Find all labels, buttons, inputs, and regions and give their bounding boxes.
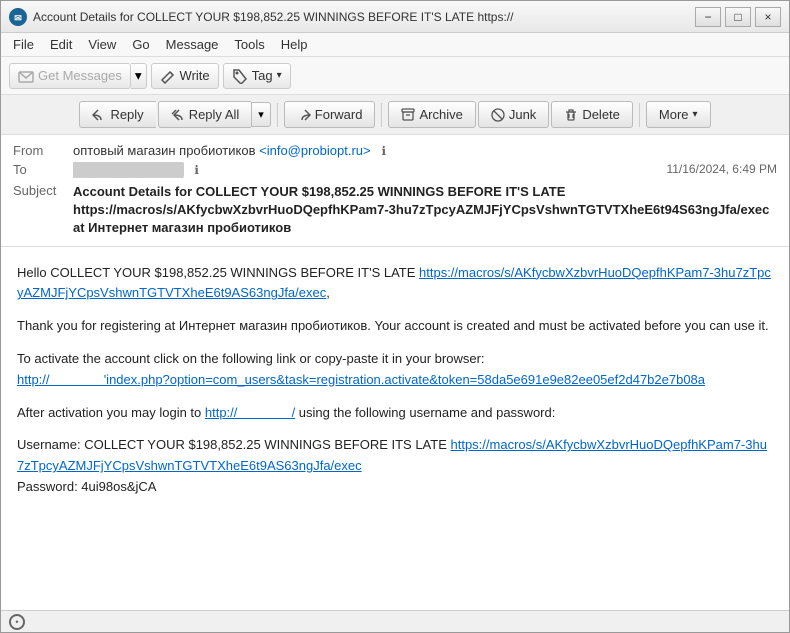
title-bar: ✉ Account Details for COLLECT YOUR $198,… xyxy=(1,1,789,33)
status-icon: • xyxy=(9,614,25,630)
tag-button[interactable]: Tag ▾ xyxy=(223,63,291,89)
email-header: From оптовый магазин пробиотиков <info@p… xyxy=(1,135,789,247)
close-button[interactable]: × xyxy=(755,7,781,27)
from-info-icon: ℹ xyxy=(381,144,386,158)
junk-button[interactable]: Junk xyxy=(478,101,549,128)
greeting-text: Hello COLLECT YOUR $198,852.25 WINNINGS … xyxy=(17,265,419,280)
to-row: To ████████████ ℹ 11/16/2024, 6:49 PM xyxy=(13,160,777,179)
subject-text: Account Details for COLLECT YOUR $198,85… xyxy=(73,183,777,238)
to-redacted: ████████████ xyxy=(73,162,184,177)
reply-all-button[interactable]: Reply All xyxy=(158,101,252,128)
from-value: оптовый магазин пробиотиков <info@probio… xyxy=(73,143,777,158)
activation-link[interactable]: http:// 'index.php?option=com_users&task… xyxy=(17,372,705,387)
email-date: 11/16/2024, 6:49 PM xyxy=(666,162,777,176)
window-controls: − □ × xyxy=(695,7,781,27)
svg-text:✉: ✉ xyxy=(14,13,22,23)
reply-button[interactable]: Reply xyxy=(79,101,155,128)
site-link[interactable]: http:// / xyxy=(205,405,295,420)
menu-message[interactable]: Message xyxy=(158,35,227,54)
email-action-toolbar: Reply Reply All ▾ Forward Archive Junk D… xyxy=(1,95,789,135)
greeting-paragraph: Hello COLLECT YOUR $198,852.25 WINNINGS … xyxy=(17,263,773,305)
forward-button[interactable]: Forward xyxy=(284,101,376,128)
junk-icon xyxy=(491,108,505,122)
registration-paragraph: Thank you for registering at Интернет ма… xyxy=(17,316,773,337)
login-paragraph: After activation you may login to http:/… xyxy=(17,403,773,424)
more-split: More ▾ xyxy=(646,101,711,128)
from-label: From xyxy=(13,143,73,158)
reply-icon xyxy=(92,108,106,122)
menu-tools[interactable]: Tools xyxy=(226,35,272,54)
reply-all-split: Reply All ▾ xyxy=(158,101,271,128)
toolbar-separator-2 xyxy=(381,103,382,127)
more-button[interactable]: More ▾ xyxy=(646,101,711,128)
to-info-icon: ℹ xyxy=(194,163,199,177)
delete-icon xyxy=(564,108,578,122)
menu-edit[interactable]: Edit xyxy=(42,35,80,54)
write-button[interactable]: Write xyxy=(151,63,219,89)
get-messages-dropdown[interactable]: ▾ xyxy=(131,63,147,89)
to-label: To xyxy=(13,162,73,177)
username-link[interactable]: https://macros/s/AKfycbwXzbvrHuoDQepfhKP… xyxy=(17,437,767,473)
toolbar-separator-3 xyxy=(639,103,640,127)
main-toolbar: Get Messages ▾ Write Tag ▾ xyxy=(1,57,789,95)
from-name: оптовый магазин пробиотиков xyxy=(73,143,256,158)
activation-paragraph: To activate the account click on the fol… xyxy=(17,349,773,391)
reply-split: Reply xyxy=(79,101,155,128)
menu-help[interactable]: Help xyxy=(273,35,316,54)
menu-go[interactable]: Go xyxy=(124,35,157,54)
archive-button[interactable]: Archive xyxy=(388,101,475,128)
from-email: <info@probiopt.ru> xyxy=(259,143,371,158)
forward-icon xyxy=(297,108,311,122)
to-value: ████████████ ℹ xyxy=(73,162,666,177)
app-icon: ✉ xyxy=(9,8,27,26)
archive-icon xyxy=(401,108,415,122)
maximize-button[interactable]: □ xyxy=(725,7,751,27)
menu-view[interactable]: View xyxy=(80,35,124,54)
write-icon xyxy=(160,68,176,84)
tag-icon xyxy=(232,68,248,84)
get-messages-icon xyxy=(18,68,34,84)
menu-file[interactable]: File xyxy=(5,35,42,54)
from-row: From оптовый магазин пробиотиков <info@p… xyxy=(13,141,777,160)
reply-all-icon xyxy=(171,108,185,122)
minimize-button[interactable]: − xyxy=(695,7,721,27)
delete-button[interactable]: Delete xyxy=(551,101,633,128)
subject-label: Subject xyxy=(13,183,73,198)
subject-row: Subject Account Details for COLLECT YOUR… xyxy=(13,179,777,240)
status-bar: • xyxy=(1,610,789,632)
credentials-paragraph: Username: COLLECT YOUR $198,852.25 WINNI… xyxy=(17,435,773,497)
toolbar-separator-1 xyxy=(277,103,278,127)
email-window: ✉ Account Details for COLLECT YOUR $198,… xyxy=(0,0,790,633)
menu-bar: File Edit View Go Message Tools Help xyxy=(1,33,789,57)
window-title: Account Details for COLLECT YOUR $198,85… xyxy=(33,10,695,24)
get-messages-button[interactable]: Get Messages xyxy=(9,63,131,89)
reply-all-dropdown[interactable]: ▾ xyxy=(251,102,271,127)
email-body: Hello COLLECT YOUR $198,852.25 WINNINGS … xyxy=(1,247,789,610)
